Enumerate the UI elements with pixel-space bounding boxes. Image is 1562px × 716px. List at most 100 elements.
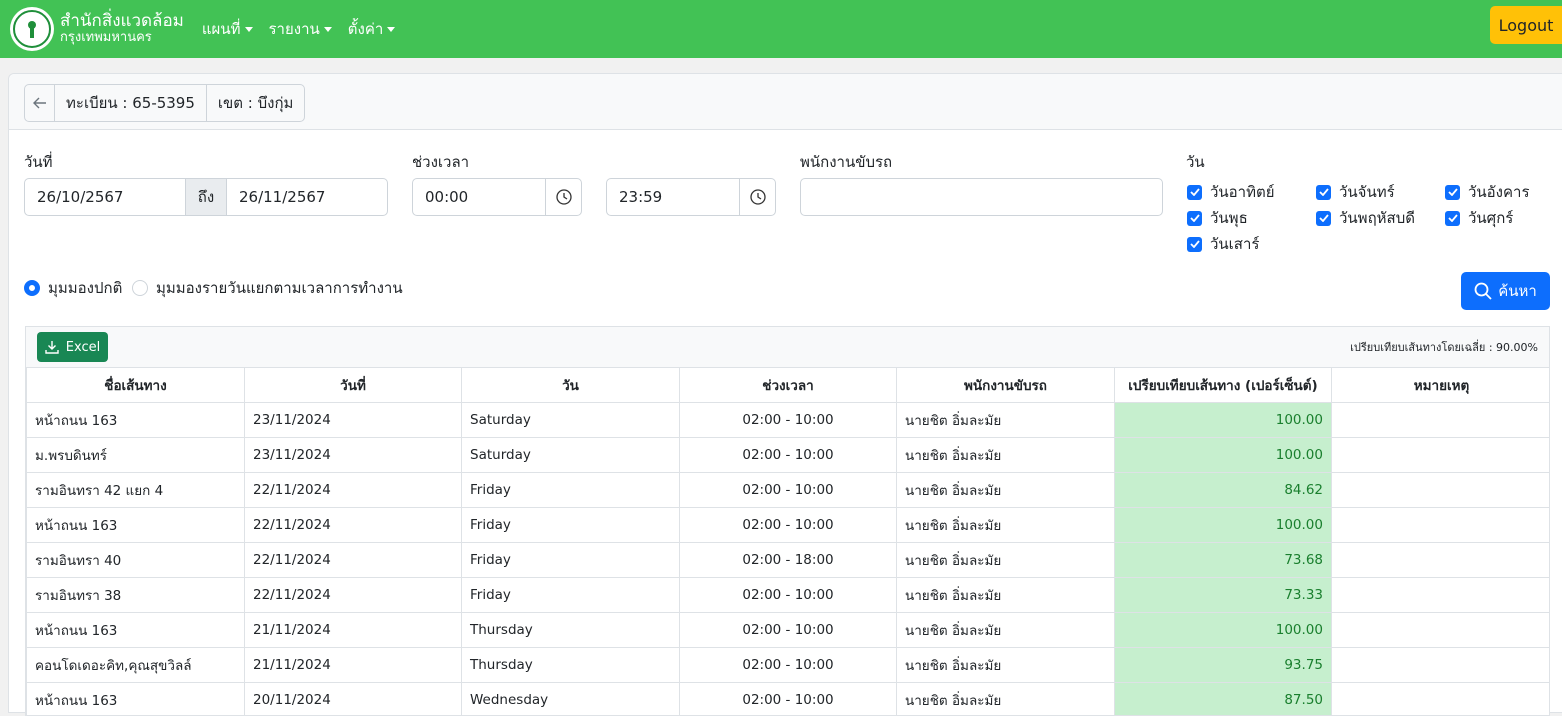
cell-date: 22/11/2024 [245, 508, 462, 543]
cell-date: 20/11/2024 [245, 683, 462, 716]
checkbox-saturday-label: วันเสาร์ [1210, 232, 1259, 256]
column-header-percent[interactable]: เปรียบเทียบเส้นทาง (เปอร์เซ็นต์) [1115, 368, 1332, 403]
checkbox-monday[interactable]: วันจันทร์ [1316, 180, 1395, 204]
cell-time: 02:00 - 10:00 [680, 578, 897, 613]
cell-route: รามอินทรา 38 [27, 578, 245, 613]
nav-map-menu[interactable]: แผนที่ [202, 17, 253, 41]
cell-date: 23/11/2024 [245, 403, 462, 438]
date-from-input[interactable]: 26/10/2567 [24, 178, 186, 216]
table-row[interactable]: ม.พรบดินทร์ 23/11/2024 Saturday 02:00 - … [27, 438, 1551, 473]
table-row[interactable]: รามอินทรา 38 22/11/2024 Friday 02:00 - 1… [27, 578, 1551, 613]
cell-route: ม.พรบดินทร์ [27, 438, 245, 473]
chevron-down-icon [387, 27, 395, 32]
nav-settings-menu[interactable]: ตั้งค่า [348, 17, 396, 41]
checkbox-sunday-label: วันอาทิตย์ [1210, 180, 1275, 204]
cell-date: 22/11/2024 [245, 543, 462, 578]
cell-date: 21/11/2024 [245, 648, 462, 683]
radio-view-daily[interactable]: มุมมองรายวันแยกตามเวลาการทำงาน [132, 276, 403, 300]
time-to-input[interactable]: 23:59 [606, 178, 740, 216]
cell-remark [1332, 613, 1551, 648]
cell-remark [1332, 578, 1551, 613]
brand-title: สำนักสิ่งแวดล้อม [60, 13, 184, 31]
column-header-time[interactable]: ช่วงเวลา [680, 368, 897, 403]
excel-export-button[interactable]: Excel [37, 332, 108, 362]
cell-time: 02:00 - 18:00 [680, 543, 897, 578]
cell-remark [1332, 508, 1551, 543]
driver-input[interactable] [800, 178, 1163, 216]
table-row[interactable]: หน้าถนน 163 20/11/2024 Wednesday 02:00 -… [27, 683, 1551, 716]
column-header-date[interactable]: วันที่ [245, 368, 462, 403]
time-to-picker-button[interactable] [739, 178, 776, 216]
cell-remark [1332, 403, 1551, 438]
column-header-route[interactable]: ชื่อเส้นทาง [27, 368, 245, 403]
vehicle-info-group: ทะเบียน : 65-5395 เขต : บึงกุ่ม [24, 84, 305, 122]
driver-label: พนักงานขับรถ [800, 150, 892, 174]
column-header-day[interactable]: วัน [462, 368, 680, 403]
top-navbar: สำนักสิ่งแวดล้อม กรุงเทพมหานคร แผนที่ รา… [0, 0, 1562, 58]
table-toolbar: Excel เปรียบเทียบเส้นทางโดยเฉลี่ย : 90.0… [26, 327, 1549, 367]
nav-report-menu[interactable]: รายงาน [269, 17, 332, 41]
back-button[interactable] [25, 85, 55, 121]
date-to-input[interactable]: 26/11/2567 [226, 178, 388, 216]
table-row[interactable]: หน้าถนน 163 22/11/2024 Friday 02:00 - 10… [27, 508, 1551, 543]
checkbox-monday-label: วันจันทร์ [1339, 180, 1395, 204]
average-route-comparison: เปรียบเทียบเส้นทางโดยเฉลี่ย : 90.00% [1350, 338, 1538, 356]
checkbox-friday-label: วันศุกร์ [1468, 206, 1513, 230]
cell-percent: 100.00 [1115, 508, 1332, 543]
cell-route: คอนโดเดอะคิท,คุณสุขวิลล์ [27, 648, 245, 683]
cell-day: Friday [462, 578, 680, 613]
bma-logo [10, 7, 54, 51]
column-header-remark[interactable]: หมายเหตุ [1332, 368, 1551, 403]
cell-day: Saturday [462, 438, 680, 473]
time-label: ช่วงเวลา [412, 150, 469, 174]
day-label: วัน [1186, 150, 1205, 174]
cell-route: หน้าถนน 163 [27, 683, 245, 716]
nav-settings-label: ตั้งค่า [348, 17, 384, 41]
checkbox-tuesday-label: วันอังคาร [1468, 180, 1530, 204]
cell-time: 02:00 - 10:00 [680, 683, 897, 716]
cell-route: รามอินทรา 40 [27, 543, 245, 578]
cell-time: 02:00 - 10:00 [680, 473, 897, 508]
download-icon [45, 340, 59, 354]
logout-button[interactable]: Logout [1490, 6, 1562, 44]
table-row[interactable]: หน้าถนน 163 23/11/2024 Saturday 02:00 - … [27, 403, 1551, 438]
checkbox-wednesday[interactable]: วันพุธ [1187, 206, 1248, 230]
table-row[interactable]: หน้าถนน 163 21/11/2024 Thursday 02:00 - … [27, 613, 1551, 648]
cell-driver: นายชิต อิ่มละมัย [897, 403, 1115, 438]
cell-time: 02:00 - 10:00 [680, 613, 897, 648]
cell-route: หน้าถนน 163 [27, 403, 245, 438]
cell-driver: นายชิต อิ่มละมัย [897, 473, 1115, 508]
check-icon [1187, 211, 1202, 226]
cell-remark [1332, 473, 1551, 508]
cell-date: 23/11/2024 [245, 438, 462, 473]
table-row[interactable]: คอนโดเดอะคิท,คุณสุขวิลล์ 21/11/2024 Thur… [27, 648, 1551, 683]
cell-driver: นายชิต อิ่มละมัย [897, 508, 1115, 543]
brand: สำนักสิ่งแวดล้อม กรุงเทพมหานคร [60, 13, 184, 44]
district-info: เขต : บึงกุ่ม [207, 85, 305, 121]
time-from-input[interactable]: 00:00 [412, 178, 546, 216]
checkbox-thursday[interactable]: วันพฤหัสบดี [1316, 206, 1415, 230]
radio-view-normal[interactable]: มุมมองปกติ [24, 276, 122, 300]
checkbox-friday[interactable]: วันศุกร์ [1445, 206, 1513, 230]
table-row[interactable]: รามอินทรา 40 22/11/2024 Friday 02:00 - 1… [27, 543, 1551, 578]
table-row[interactable]: รามอินทรา 42 แยก 4 22/11/2024 Friday 02:… [27, 473, 1551, 508]
time-from-picker-button[interactable] [545, 178, 582, 216]
cell-date: 22/11/2024 [245, 578, 462, 613]
checkbox-saturday[interactable]: วันเสาร์ [1187, 232, 1259, 256]
clock-icon [750, 189, 766, 205]
nav-map-label: แผนที่ [202, 17, 241, 41]
search-button[interactable]: ค้นหา [1461, 272, 1550, 310]
search-button-label: ค้นหา [1498, 279, 1537, 303]
results-table: ชื่อเส้นทาง วันที่ วัน ช่วงเวลา พนักงานข… [26, 367, 1550, 716]
check-icon [1187, 185, 1202, 200]
cell-day: Thursday [462, 613, 680, 648]
checkbox-tuesday[interactable]: วันอังคาร [1445, 180, 1530, 204]
column-header-driver[interactable]: พนักงานขับรถ [897, 368, 1115, 403]
chevron-down-icon [245, 27, 253, 32]
chevron-down-icon [324, 27, 332, 32]
nav-report-label: รายงาน [269, 17, 320, 41]
cell-day: Saturday [462, 403, 680, 438]
checkbox-sunday[interactable]: วันอาทิตย์ [1187, 180, 1275, 204]
checkbox-thursday-label: วันพฤหัสบดี [1339, 206, 1415, 230]
excel-export-label: Excel [66, 340, 100, 355]
